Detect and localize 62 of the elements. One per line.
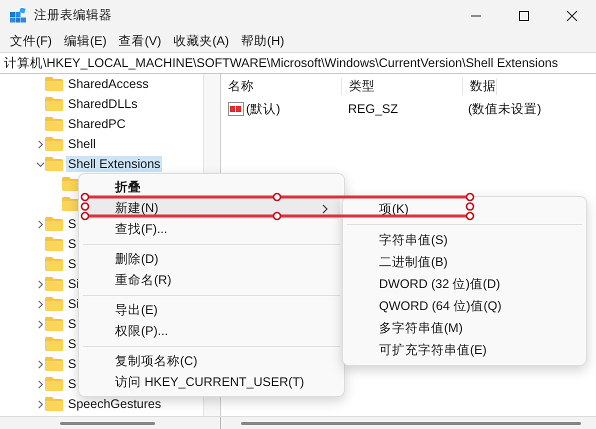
folder-icon[interactable] (45, 337, 63, 351)
tree-item[interactable]: S (66, 236, 78, 252)
menu-item[interactable]: 收藏夹(A) (167, 33, 235, 50)
menu-item[interactable]: 编辑(E) (58, 33, 113, 50)
window-title: 注册表编辑器 (34, 7, 112, 24)
tree-item[interactable]: SharedPC (66, 116, 128, 132)
chevron-icon[interactable] (36, 140, 45, 148)
chevron-icon[interactable] (36, 320, 45, 328)
menu-item[interactable]: 权限(P)... (83, 321, 340, 342)
menu-item[interactable]: 复制项名称(C) (83, 351, 340, 372)
menu-item[interactable]: QWORD (64 位)值(Q) (347, 295, 582, 317)
folder-icon[interactable] (45, 97, 63, 111)
folder-icon[interactable] (45, 257, 63, 271)
tree-item[interactable]: S (66, 316, 78, 332)
value-name: (默认) (246, 100, 280, 118)
tree-item[interactable]: S (66, 256, 78, 272)
scrollbar-thumb[interactable] (241, 422, 581, 424)
menu-item[interactable]: 帮助(H) (234, 33, 290, 50)
chevron-icon[interactable] (36, 160, 45, 168)
folder-icon[interactable] (45, 117, 63, 131)
menu-item[interactable]: 导出(E) (83, 300, 340, 321)
chevron-icon[interactable] (36, 360, 45, 368)
chevron-icon (322, 204, 328, 214)
tree-item[interactable]: S (66, 376, 78, 392)
tree-item[interactable]: SpeechGestures (66, 396, 164, 412)
column-header[interactable]: 数据 (463, 78, 497, 94)
tree-item[interactable]: Shell (66, 136, 98, 152)
value-data: (数值未设置) (467, 100, 542, 118)
tree-item[interactable]: S (66, 216, 78, 232)
menu-item[interactable]: 删除(D) (83, 249, 340, 270)
registry-icon (10, 8, 26, 24)
tree-item[interactable]: SharedDLLs (66, 96, 140, 112)
chevron-icon[interactable] (36, 280, 45, 288)
chevron-icon[interactable] (36, 400, 45, 408)
menu-item[interactable]: DWORD (32 位)值(D) (347, 273, 582, 295)
folder-icon[interactable] (62, 177, 80, 191)
folder-icon[interactable] (45, 77, 63, 91)
tree-item[interactable]: S (66, 336, 78, 352)
column-header[interactable]: 类型 (342, 78, 463, 94)
menu-item[interactable]: 查看(V) (112, 33, 168, 50)
menu-item[interactable]: 可扩充字符串值(E) (347, 339, 582, 361)
chevron-icon[interactable] (36, 220, 45, 228)
folder-icon[interactable] (45, 237, 63, 251)
tree-item[interactable]: SharedAccess (66, 76, 151, 92)
menu-item[interactable]: 字符串值(S) (347, 229, 582, 251)
chevron-icon[interactable] (36, 300, 45, 308)
menu-item[interactable]: 二进制值(B) (347, 251, 582, 273)
menu-item[interactable]: 多字符串值(M) (347, 317, 582, 339)
value-type: REG_SZ (347, 102, 400, 116)
menu-item[interactable]: 访问 HKEY_CURRENT_USER(T) (83, 372, 340, 393)
menu-item[interactable]: 重命名(R) (83, 270, 340, 291)
address-bar[interactable]: 计算机\HKEY_LOCAL_MACHINE\SOFTWARE\Microsoft\Windows\CurrentVersion\Shell Extensions (0, 52, 596, 74)
string-value-icon (228, 102, 244, 116)
menu-item[interactable]: 文件(F) (4, 33, 58, 50)
menu-item[interactable]: 查找(F)... (83, 219, 340, 240)
column-header[interactable]: 名称 (221, 78, 342, 94)
tree-item[interactable]: Shell Extensions (66, 156, 162, 172)
chevron-icon[interactable] (36, 380, 45, 388)
maximize-icon[interactable] (519, 10, 529, 20)
scrollbar-thumb[interactable] (60, 422, 155, 424)
tree-item[interactable]: S (66, 356, 78, 372)
close-icon[interactable] (567, 10, 577, 20)
